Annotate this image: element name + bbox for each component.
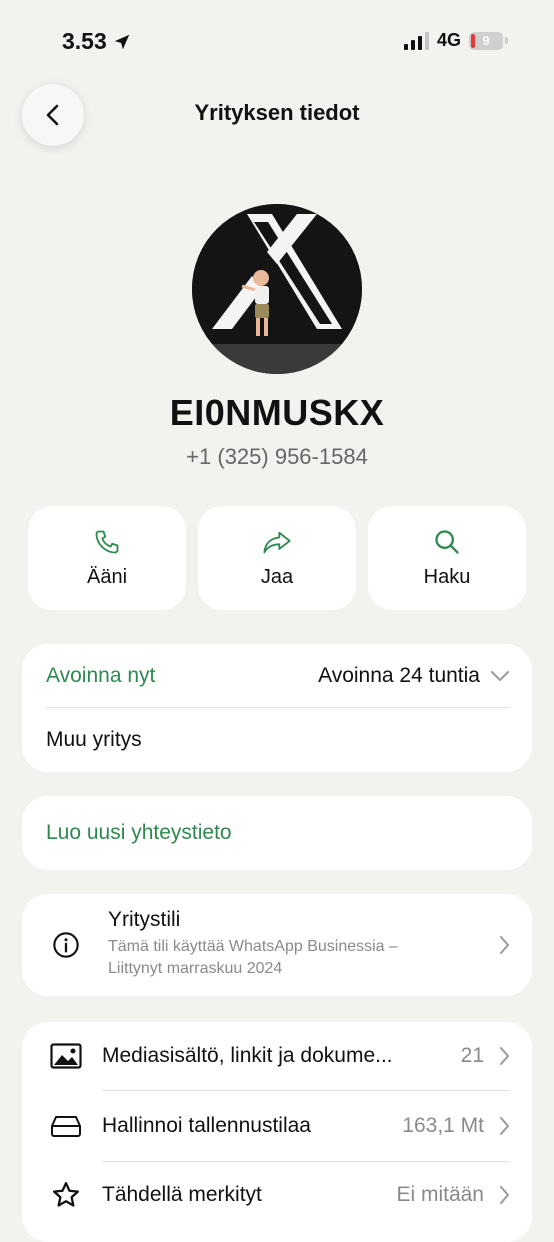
media-links-docs-row[interactable]: Mediasisältö, linkit ja dokume... 21: [22, 1022, 532, 1090]
info-icon: [53, 932, 79, 958]
search-label: Haku: [423, 565, 471, 588]
media-links-docs-label: Mediasisältö, linkit ja dokume...: [102, 1044, 393, 1067]
search-button[interactable]: Haku: [368, 506, 526, 610]
avatar[interactable]: [192, 204, 362, 374]
image-icon: [50, 1043, 82, 1069]
media-count: 21: [460, 1044, 484, 1067]
status-indicators: 4G 9: [403, 30, 508, 51]
share-label: Jaa: [260, 565, 294, 588]
business-description-line2: Liittynyt marraskuu 2024: [108, 960, 283, 977]
business-hours-card: Avoinna nyt Avoinna 24 tuntia Muu yritys: [22, 644, 532, 772]
create-contact-label: Luo uusi yhteystieto: [46, 821, 232, 844]
contact-name: EI0NMUSKX: [169, 392, 385, 433]
status-bar: 3.53 4G 9: [0, 0, 554, 80]
business-account-title: Yritystili: [108, 908, 181, 931]
profile-photo: [192, 204, 362, 374]
chevron-right-icon: [500, 1186, 509, 1204]
business-account-row[interactable]: Yritystili Tämä tili käyttää WhatsApp Bu…: [22, 894, 532, 996]
battery-level: 9: [482, 33, 490, 48]
status-time-text: 3.53: [62, 28, 107, 54]
voice-call-button[interactable]: Ääni: [28, 506, 186, 610]
chevron-right-icon: [500, 936, 509, 954]
status-time: 3.53: [62, 28, 131, 55]
business-account-text: Yritystili Tämä tili käyttää WhatsApp Bu…: [108, 908, 398, 978]
action-row: Ääni Jaa Haku: [28, 506, 526, 610]
starred-count: Ei mitään: [396, 1183, 484, 1206]
category-row: Muu yritys: [22, 708, 532, 772]
opening-hours-row[interactable]: Avoinna nyt Avoinna 24 tuntia: [22, 644, 532, 707]
business-description-line1: Tämä tili käyttää WhatsApp Businessia –: [108, 938, 398, 955]
battery-icon: 9: [469, 31, 503, 50]
storage-icon: [51, 1116, 81, 1137]
signal-icon: [403, 31, 429, 50]
share-icon: [263, 531, 291, 553]
storage-size: 163,1 Mt: [402, 1114, 484, 1137]
phone-icon: [95, 530, 119, 553]
chevron-down-icon: [491, 670, 509, 681]
starred-messages-label: Tähdellä merkityt: [102, 1183, 262, 1206]
starred-messages-row[interactable]: Tähdellä merkityt Ei mitään: [22, 1162, 532, 1228]
opening-hours-value: Avoinna 24 tuntia: [318, 663, 480, 687]
star-icon: [53, 1182, 79, 1207]
share-button[interactable]: Jaa: [198, 506, 356, 610]
chevron-right-icon: [500, 1047, 509, 1065]
contact-phone: +1 (325) 956-1584: [186, 444, 368, 469]
chevron-right-icon: [500, 1117, 509, 1135]
network-type: 4G: [436, 30, 461, 50]
business-category: Muu yritys: [46, 728, 142, 751]
voice-call-label: Ääni: [86, 565, 128, 588]
open-status: Avoinna nyt: [46, 663, 156, 687]
location-arrow-icon: [114, 34, 129, 49]
manage-storage-label: Hallinnoi tallennustilaa: [102, 1114, 311, 1137]
search-icon: [435, 529, 459, 554]
page-title: Yrityksen tiedot: [194, 100, 360, 125]
battery-tip: [505, 37, 508, 44]
chat-info-list: Mediasisältö, linkit ja dokume... 21 Hal…: [22, 1022, 532, 1242]
create-contact-button[interactable]: Luo uusi yhteystieto: [22, 796, 532, 870]
manage-storage-row[interactable]: Hallinnoi tallennustilaa 163,1 Mt: [22, 1091, 532, 1161]
